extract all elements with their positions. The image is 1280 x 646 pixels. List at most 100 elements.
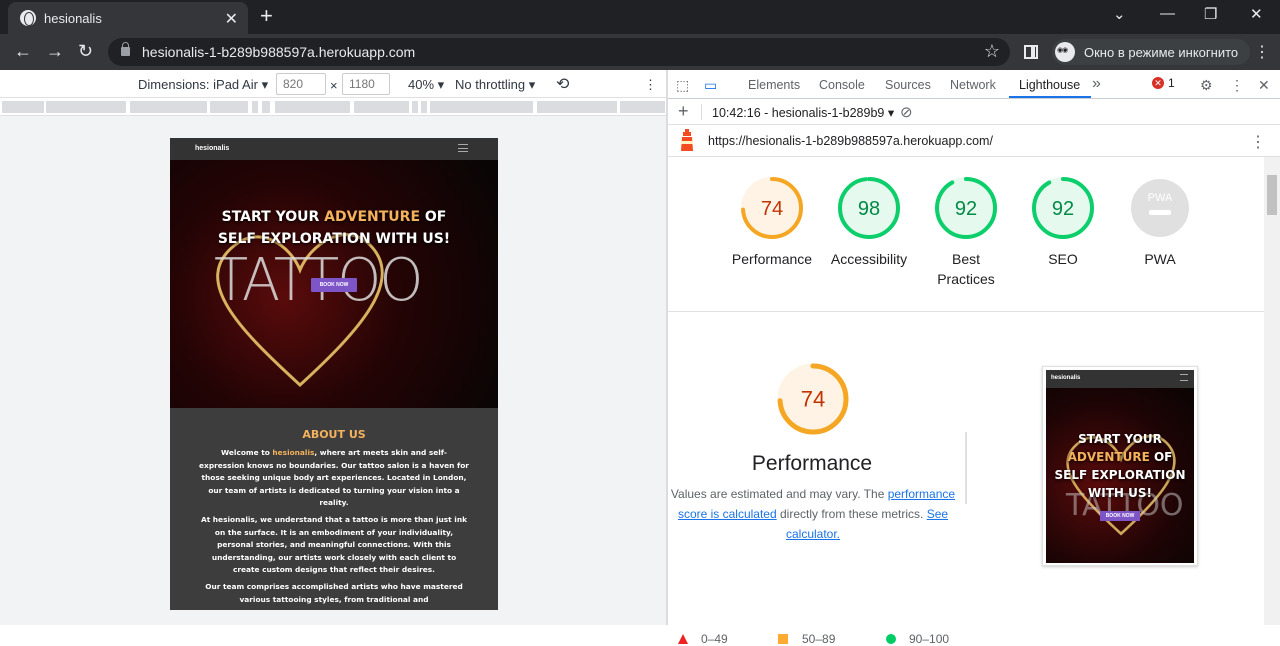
- gauge-score: 92: [955, 198, 977, 220]
- gauge-score: 98: [858, 198, 880, 220]
- gauge-ring: 74: [777, 363, 849, 435]
- forward-button[interactable]: →: [46, 42, 64, 60]
- error-icon: ✕: [1152, 77, 1164, 89]
- tab-strip: hesionalis ✕ + ⌄ — ❐ ✕: [0, 0, 1280, 34]
- tab-console[interactable]: Console: [819, 78, 865, 92]
- gauge-label: Best Practices: [937, 251, 995, 287]
- site-navbar: hesionalis: [170, 138, 498, 160]
- tab-sources[interactable]: Sources: [885, 78, 931, 92]
- legend-average: 50–89: [802, 632, 836, 646]
- error-count: 1: [1168, 76, 1175, 90]
- lighthouse-logo-icon: [681, 129, 693, 151]
- chevron-down-icon[interactable]: ⌄: [1113, 5, 1126, 23]
- new-report-icon[interactable]: +: [678, 101, 689, 122]
- gauge-best-practices[interactable]: 92 Best Practices: [911, 175, 1021, 289]
- throttling-select[interactable]: No throttling ▾: [455, 77, 535, 93]
- report-selector[interactable]: 10:42:16 - hesionalis-1-b289b9 ▾: [712, 105, 894, 120]
- devtools-menu-icon[interactable]: ⋮: [1230, 77, 1244, 94]
- gauge-ring: 92: [935, 177, 997, 239]
- hero-section: TATTOO START YOUR ADVENTURE OF SELF EXPL…: [170, 160, 498, 408]
- report-time: 10:42:16 - hesionalis-1-b289b9: [712, 106, 885, 120]
- devtools-tabbar: ⬚ ▭ Elements Console Sources Network Lig…: [668, 70, 1280, 99]
- gauge-score: PWA: [1148, 192, 1173, 204]
- width-input[interactable]: 820: [276, 73, 326, 95]
- address-bar[interactable]: hesionalis-1-b289b988597a.herokuapp.com …: [108, 38, 1010, 66]
- zoom-value: 40%: [408, 77, 435, 92]
- back-button[interactable]: ←: [14, 42, 32, 60]
- pass-circle-icon: [886, 634, 896, 644]
- rotate-icon[interactable]: ⟲: [556, 74, 569, 94]
- device-toolbar: Dimensions: iPad Air ▾ 820 × 1180 40% ▾ …: [0, 70, 667, 98]
- gauge-score: 74: [801, 387, 825, 412]
- thumbnail-book-button: BOOK NOW: [1100, 511, 1140, 521]
- scrollbar-thumb[interactable]: [1267, 175, 1277, 215]
- audited-url[interactable]: https://hesionalis-1-b289b988597a.heroku…: [708, 134, 993, 148]
- incognito-indicator[interactable]: Окно в режиме инкогнито: [1052, 39, 1251, 65]
- minimize-button[interactable]: —: [1160, 5, 1175, 22]
- restore-button[interactable]: ❐: [1204, 5, 1217, 23]
- about-paragraph-2: At hesionalis, we understand that a tatt…: [200, 514, 468, 575]
- about-section: ABOUT US Welcome to hesionalis, where ar…: [170, 408, 498, 610]
- device-viewport-pane: Dimensions: iPad Air ▾ 820 × 1180 40% ▾ …: [0, 70, 667, 625]
- score-gauges: 74 Performance 98 Accessibility 92 Best Prac…: [668, 157, 1266, 312]
- performance-description: Values are estimated and may vary. The p…: [670, 487, 956, 541]
- report-menu-icon[interactable]: ⋮: [1250, 132, 1266, 152]
- clear-reports-icon[interactable]: ⊘: [900, 103, 913, 121]
- hero-title: START YOUR ADVENTURE OF SELF EXPLORATION…: [217, 209, 451, 247]
- device-dimensions-label: Dimensions: iPad Air: [138, 77, 258, 92]
- media-query-ruler[interactable]: [0, 98, 667, 116]
- devtools-pane: ⬚ ▭ Elements Console Sources Network Lig…: [668, 70, 1280, 646]
- bookmark-star-icon[interactable]: ☆: [984, 41, 1000, 62]
- reload-button[interactable]: ↻: [78, 42, 93, 60]
- address-url: hesionalis-1-b289b988597a.herokuapp.com: [142, 44, 416, 60]
- final-screenshot-thumbnail[interactable]: hesionalis TATTOO START YOUR ADVENTURE O…: [1042, 366, 1198, 566]
- hamburger-menu-icon[interactable]: [458, 144, 468, 152]
- legend-fail: 0–49: [701, 632, 728, 646]
- emulated-page: hesionalis TATTOO START YOUR ADVENTURE O…: [170, 138, 498, 610]
- tab-elements[interactable]: Elements: [748, 78, 800, 92]
- gauge-score: 92: [1052, 198, 1074, 220]
- close-devtools-icon[interactable]: ✕: [1258, 77, 1270, 94]
- tab-network[interactable]: Network: [950, 78, 996, 92]
- zoom-select[interactable]: 40% ▾: [408, 77, 444, 93]
- active-tab-indicator: [1009, 96, 1091, 98]
- close-tab-icon[interactable]: ✕: [225, 9, 238, 29]
- gauge-seo[interactable]: 92 SEO: [1008, 175, 1118, 269]
- device-options-icon[interactable]: ⋮: [644, 77, 657, 93]
- tab-lighthouse[interactable]: Lighthouse: [1019, 78, 1080, 92]
- about-paragraph-1: Welcome to hesionalis, where art meets s…: [199, 448, 469, 508]
- device-toggle-icon[interactable]: ▭: [704, 77, 717, 94]
- gauge-pwa[interactable]: PWA PWA: [1105, 175, 1215, 269]
- side-panel-icon[interactable]: [1024, 45, 1038, 59]
- error-count-badge[interactable]: ✕ 1: [1152, 76, 1175, 90]
- new-tab-button[interactable]: +: [260, 5, 273, 27]
- height-input[interactable]: 1180: [342, 73, 390, 95]
- thumbnail-hero-title: START YOUR ADVENTURE OF SELF EXPLORATION …: [1054, 432, 1186, 500]
- device-select[interactable]: Dimensions: iPad Air ▾: [138, 77, 268, 93]
- settings-gear-icon[interactable]: ⚙: [1200, 77, 1213, 94]
- report-scrollbar[interactable]: [1264, 157, 1280, 625]
- gauge-score: 74: [761, 198, 783, 220]
- gauge-performance[interactable]: 74 Performance: [717, 175, 827, 269]
- gauge-label: PWA: [1144, 251, 1176, 267]
- tab-title: hesionalis: [44, 10, 102, 26]
- performance-section: 74 Performance Values are estimated and …: [668, 312, 1264, 646]
- lighthouse-toolbar: + 10:42:16 - hesionalis-1-b289b9 ▾ ⊘: [668, 99, 1280, 125]
- dimension-times: ×: [330, 78, 338, 93]
- gauge-label: Accessibility: [830, 251, 908, 267]
- throttling-value: No throttling: [455, 77, 526, 92]
- browser-tab[interactable]: hesionalis ✕: [8, 2, 248, 34]
- browser-menu-icon[interactable]: ⋮: [1254, 42, 1270, 62]
- pwa-badge-bar: [1149, 210, 1171, 215]
- book-now-button[interactable]: BOOK NOW: [311, 278, 357, 292]
- gauge-accessibility[interactable]: 98 Accessibility: [814, 175, 924, 269]
- gauge-label: SEO: [1048, 251, 1078, 267]
- more-tabs-button[interactable]: »: [1092, 75, 1101, 93]
- gauge-label: Performance: [731, 251, 813, 267]
- thumbnail-navbar: hesionalis: [1046, 370, 1194, 388]
- inspect-element-icon[interactable]: ⬚: [676, 77, 689, 94]
- lock-icon[interactable]: [121, 42, 130, 56]
- about-paragraph-3: Our team comprises accomplished artists …: [205, 581, 463, 604]
- site-brand[interactable]: hesionalis: [195, 145, 229, 152]
- close-window-button[interactable]: ✕: [1250, 5, 1263, 23]
